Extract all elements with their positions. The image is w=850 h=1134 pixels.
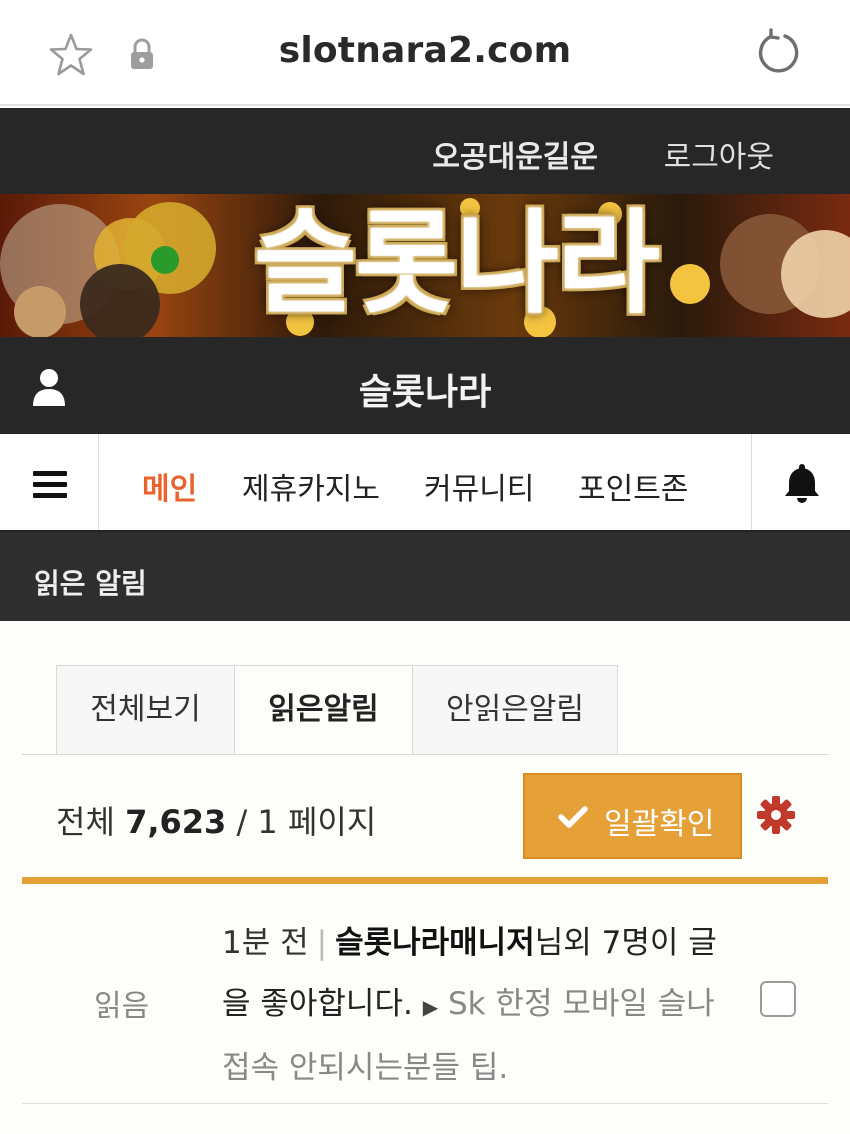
hamburger-icon[interactable] [0,434,99,530]
check-icon [558,806,588,828]
username-link[interactable]: 오공대운길운 [432,132,598,176]
tab-unread[interactable]: 안읽은알림 [412,665,618,755]
nav-item-main[interactable]: 메인 [142,464,197,508]
bell-icon [785,464,819,503]
main-nav: 메인 제휴카지노 커뮤니티 포인트존 [0,434,850,532]
notification-sender: 슬롯나라매니저 [335,925,535,961]
banner-title: 슬롯나라 [253,199,660,329]
nav-item-partner-casino[interactable]: 제휴카지노 [242,464,380,508]
summary-total: 7,623 [125,803,227,841]
notification-time: 1분 전 [222,925,309,961]
summary-prefix: 전체 [56,803,115,841]
logout-link[interactable]: 로그아웃 [664,132,774,176]
arrow-right-icon: ▶ [422,995,439,1019]
time-separator: | [316,925,328,961]
browser-url-bar: slotnara2.com [0,0,850,106]
section-header: 읽은 알림 [0,532,850,621]
site-name[interactable]: 슬롯나라 [0,363,850,415]
notification-message[interactable]: 1분 전 | 슬롯나라매니저님외 7명이 글을 좋아합니다. ▶ Sk 한정 모바일… [222,913,742,1099]
reload-icon[interactable] [754,28,804,78]
notification-checkbox[interactable] [760,981,796,1017]
notification-state: 읽음 [94,989,150,1024]
list-top-divider [22,877,828,884]
site-banner[interactable]: 슬롯나라 [0,194,850,337]
tab-all[interactable]: 전체보기 [56,665,235,755]
notification-content: 전체보기 읽은알림 안읽은알림 전체 7,623 / 1 페이지 일괄확인 읽음… [0,621,850,1134]
tabs-divider [22,754,828,755]
notification-summary: 전체 7,623 / 1 페이지 [56,797,376,843]
section-title: 읽은 알림 [34,567,147,600]
nav-item-community[interactable]: 커뮤니티 [424,464,534,508]
notification-button[interactable] [751,434,850,530]
gear-icon[interactable] [756,795,796,835]
tab-read[interactable]: 읽은알림 [234,665,413,755]
summary-page: 1 페이지 [257,803,377,841]
nav-item-point-zone[interactable]: 포인트존 [578,464,688,508]
confirm-all-button[interactable]: 일괄확인 [523,773,742,859]
user-bar: 오공대운길운 로그아웃 [0,108,850,194]
confirm-all-label: 일괄확인 [604,807,715,842]
site-header: 슬롯나라 [0,337,850,434]
url-text[interactable]: slotnara2.com [0,30,850,71]
summary-separator: / [236,803,248,841]
notification-row[interactable]: 읽음 1분 전 | 슬롯나라매니저님외 7명이 글을 좋아합니다. ▶ Sk 한정 … [22,885,828,1104]
